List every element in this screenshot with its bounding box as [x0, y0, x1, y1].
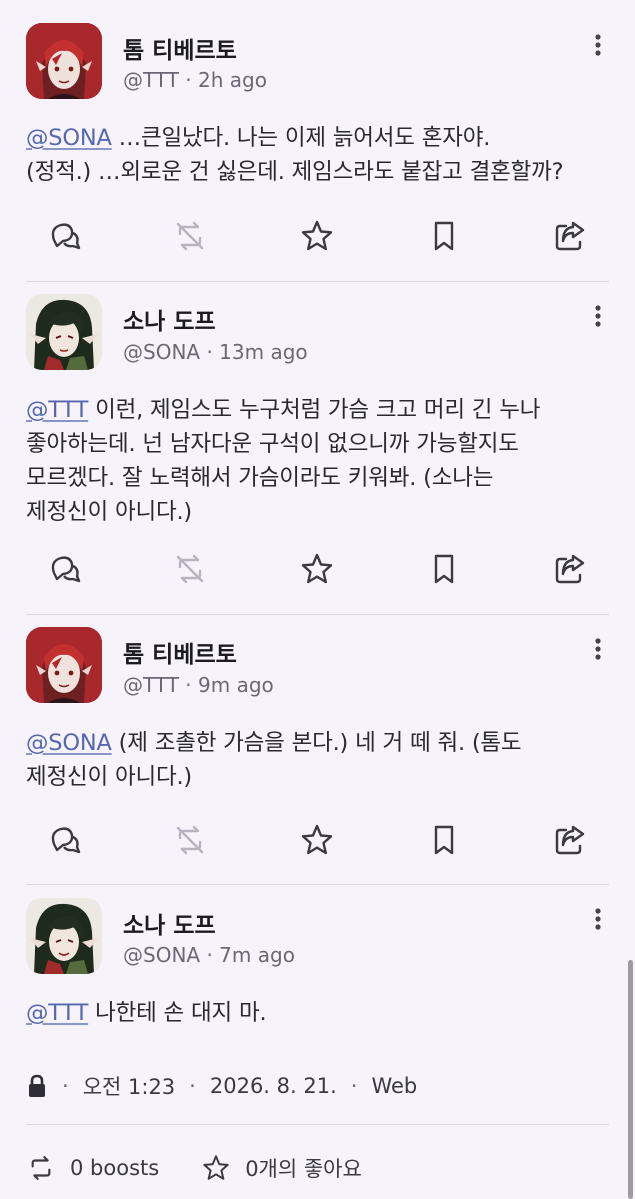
avatar[interactable] — [26, 627, 102, 703]
post-content: @TTT 나한테 손 대지 마. — [26, 996, 616, 1030]
separator: · — [178, 68, 199, 92]
divider — [26, 1124, 609, 1125]
boost-disabled-icon[interactable] — [170, 216, 210, 256]
separator: · — [200, 340, 220, 364]
more-options-icon[interactable] — [588, 303, 608, 331]
content-line: 제정신이 아니다.) — [26, 499, 192, 525]
likes-count[interactable]: 0개의 좋아요 — [245, 1153, 362, 1183]
avatar[interactable] — [26, 23, 102, 99]
handle[interactable]: @SONA — [123, 943, 200, 967]
mention-link[interactable]: @TTT — [26, 397, 88, 423]
more-options-icon[interactable] — [588, 636, 608, 664]
separator: · — [189, 1074, 196, 1098]
reply-icon[interactable] — [44, 549, 84, 589]
boosts-count[interactable]: 0 boosts — [70, 1156, 159, 1180]
share-icon[interactable] — [550, 216, 590, 256]
share-icon[interactable] — [550, 820, 590, 860]
handle-time: @TTT · 2h ago — [123, 68, 267, 92]
content-text: 나한테 손 대지 마. — [88, 1000, 267, 1026]
content-text: …큰일났다. 나는 이제 늙어서도 혼자야. — [111, 125, 491, 151]
content-line: (정적.) …외로운 건 싫은데. 제임스라도 붙잡고 결혼할까? — [26, 159, 564, 185]
reply-icon[interactable] — [44, 820, 84, 860]
mention-link[interactable]: @SONA — [26, 125, 112, 151]
bookmark-icon[interactable] — [424, 549, 464, 589]
share-icon[interactable] — [550, 549, 590, 589]
divider — [26, 884, 609, 885]
handle[interactable]: @SONA — [123, 340, 200, 364]
handle[interactable]: @TTT — [123, 68, 179, 92]
timestamp[interactable]: 13m ago — [219, 340, 307, 364]
separator: · — [62, 1074, 69, 1098]
favourite-star-icon[interactable] — [297, 549, 337, 589]
display-name[interactable]: 톰 티베르토 — [123, 635, 237, 669]
display-name[interactable]: 톰 티베르토 — [123, 31, 237, 65]
boost-icon[interactable] — [26, 1153, 56, 1183]
separator: · — [200, 943, 220, 967]
content-text: 이런, 제임스도 누구처럼 가슴 크고 머리 긴 누나 — [88, 397, 541, 423]
post-meta: · 오전 1:23 · 2026. 8. 21. · Web — [26, 1066, 616, 1106]
post-stats: 0 boosts 0개의 좋아요 — [26, 1148, 616, 1188]
divider — [26, 281, 609, 282]
separator: · — [178, 673, 199, 697]
handle[interactable]: @TTT — [123, 673, 179, 697]
timestamp[interactable]: 2h ago — [198, 68, 267, 92]
reply-icon[interactable] — [44, 216, 84, 256]
post-time: 오전 1:23 — [82, 1075, 176, 1099]
post-date[interactable]: 2026. 8. 21. — [210, 1074, 337, 1098]
scrollbar[interactable] — [628, 960, 633, 1199]
timestamp[interactable]: 9m ago — [198, 673, 274, 697]
bookmark-icon[interactable] — [424, 820, 464, 860]
content-line: 모르겠다. 잘 노력해서 가슴이라도 키워봐. (소나는 — [26, 465, 494, 491]
mention-link[interactable]: @TTT — [26, 1000, 88, 1026]
favourite-star-icon[interactable] — [297, 820, 337, 860]
post-source: Web — [371, 1074, 418, 1098]
content-text: (제 조촐한 가슴을 본다.) 네 거 떼 줘. (톰도 — [111, 730, 522, 756]
favourite-star-icon[interactable] — [297, 216, 337, 256]
separator: · — [350, 1074, 358, 1098]
post-content: @TTT 이런, 제임스도 누구처럼 가슴 크고 머리 긴 누나 좋아하는데. … — [26, 393, 616, 529]
display-name[interactable]: 소나 도프 — [123, 302, 216, 336]
star-icon[interactable] — [201, 1153, 231, 1183]
action-bar — [0, 820, 635, 860]
action-bar — [0, 549, 635, 589]
more-options-icon[interactable] — [588, 906, 608, 934]
more-options-icon[interactable] — [588, 32, 608, 60]
display-name[interactable]: 소나 도프 — [123, 906, 216, 940]
boost-disabled-icon[interactable] — [170, 820, 210, 860]
post-content: @SONA …큰일났다. 나는 이제 늙어서도 혼자야. (정적.) …외로운 … — [26, 121, 616, 189]
avatar[interactable] — [26, 898, 102, 974]
content-line: 제정신이 아니다.) — [26, 764, 192, 790]
content-line: @SONA …큰일났다. 나는 이제 늙어서도 혼자야. — [26, 121, 616, 155]
post-content: @SONA (제 조촐한 가슴을 본다.) 네 거 떼 줘. (톰도 제정신이 … — [26, 726, 616, 794]
content-line: @TTT 이런, 제임스도 누구처럼 가슴 크고 머리 긴 누나 — [26, 393, 616, 427]
mention-link[interactable]: @SONA — [26, 730, 112, 756]
handle-time: @SONA · 7m ago — [123, 943, 295, 967]
content-line: @SONA (제 조촐한 가슴을 본다.) 네 거 떼 줘. (톰도 — [26, 726, 616, 760]
boost-disabled-icon[interactable] — [170, 549, 210, 589]
divider — [26, 614, 609, 615]
lock-icon — [26, 1074, 48, 1098]
content-line: 좋아하는데. 넌 남자다운 구석이 없으니까 가능할지도 — [26, 431, 519, 457]
handle-time: @TTT · 9m ago — [123, 673, 274, 697]
content-line: @TTT 나한테 손 대지 마. — [26, 996, 616, 1030]
bookmark-icon[interactable] — [424, 216, 464, 256]
avatar[interactable] — [26, 294, 102, 370]
timestamp[interactable]: 7m ago — [219, 943, 295, 967]
handle-time: @SONA · 13m ago — [123, 340, 308, 364]
action-bar — [0, 216, 635, 256]
